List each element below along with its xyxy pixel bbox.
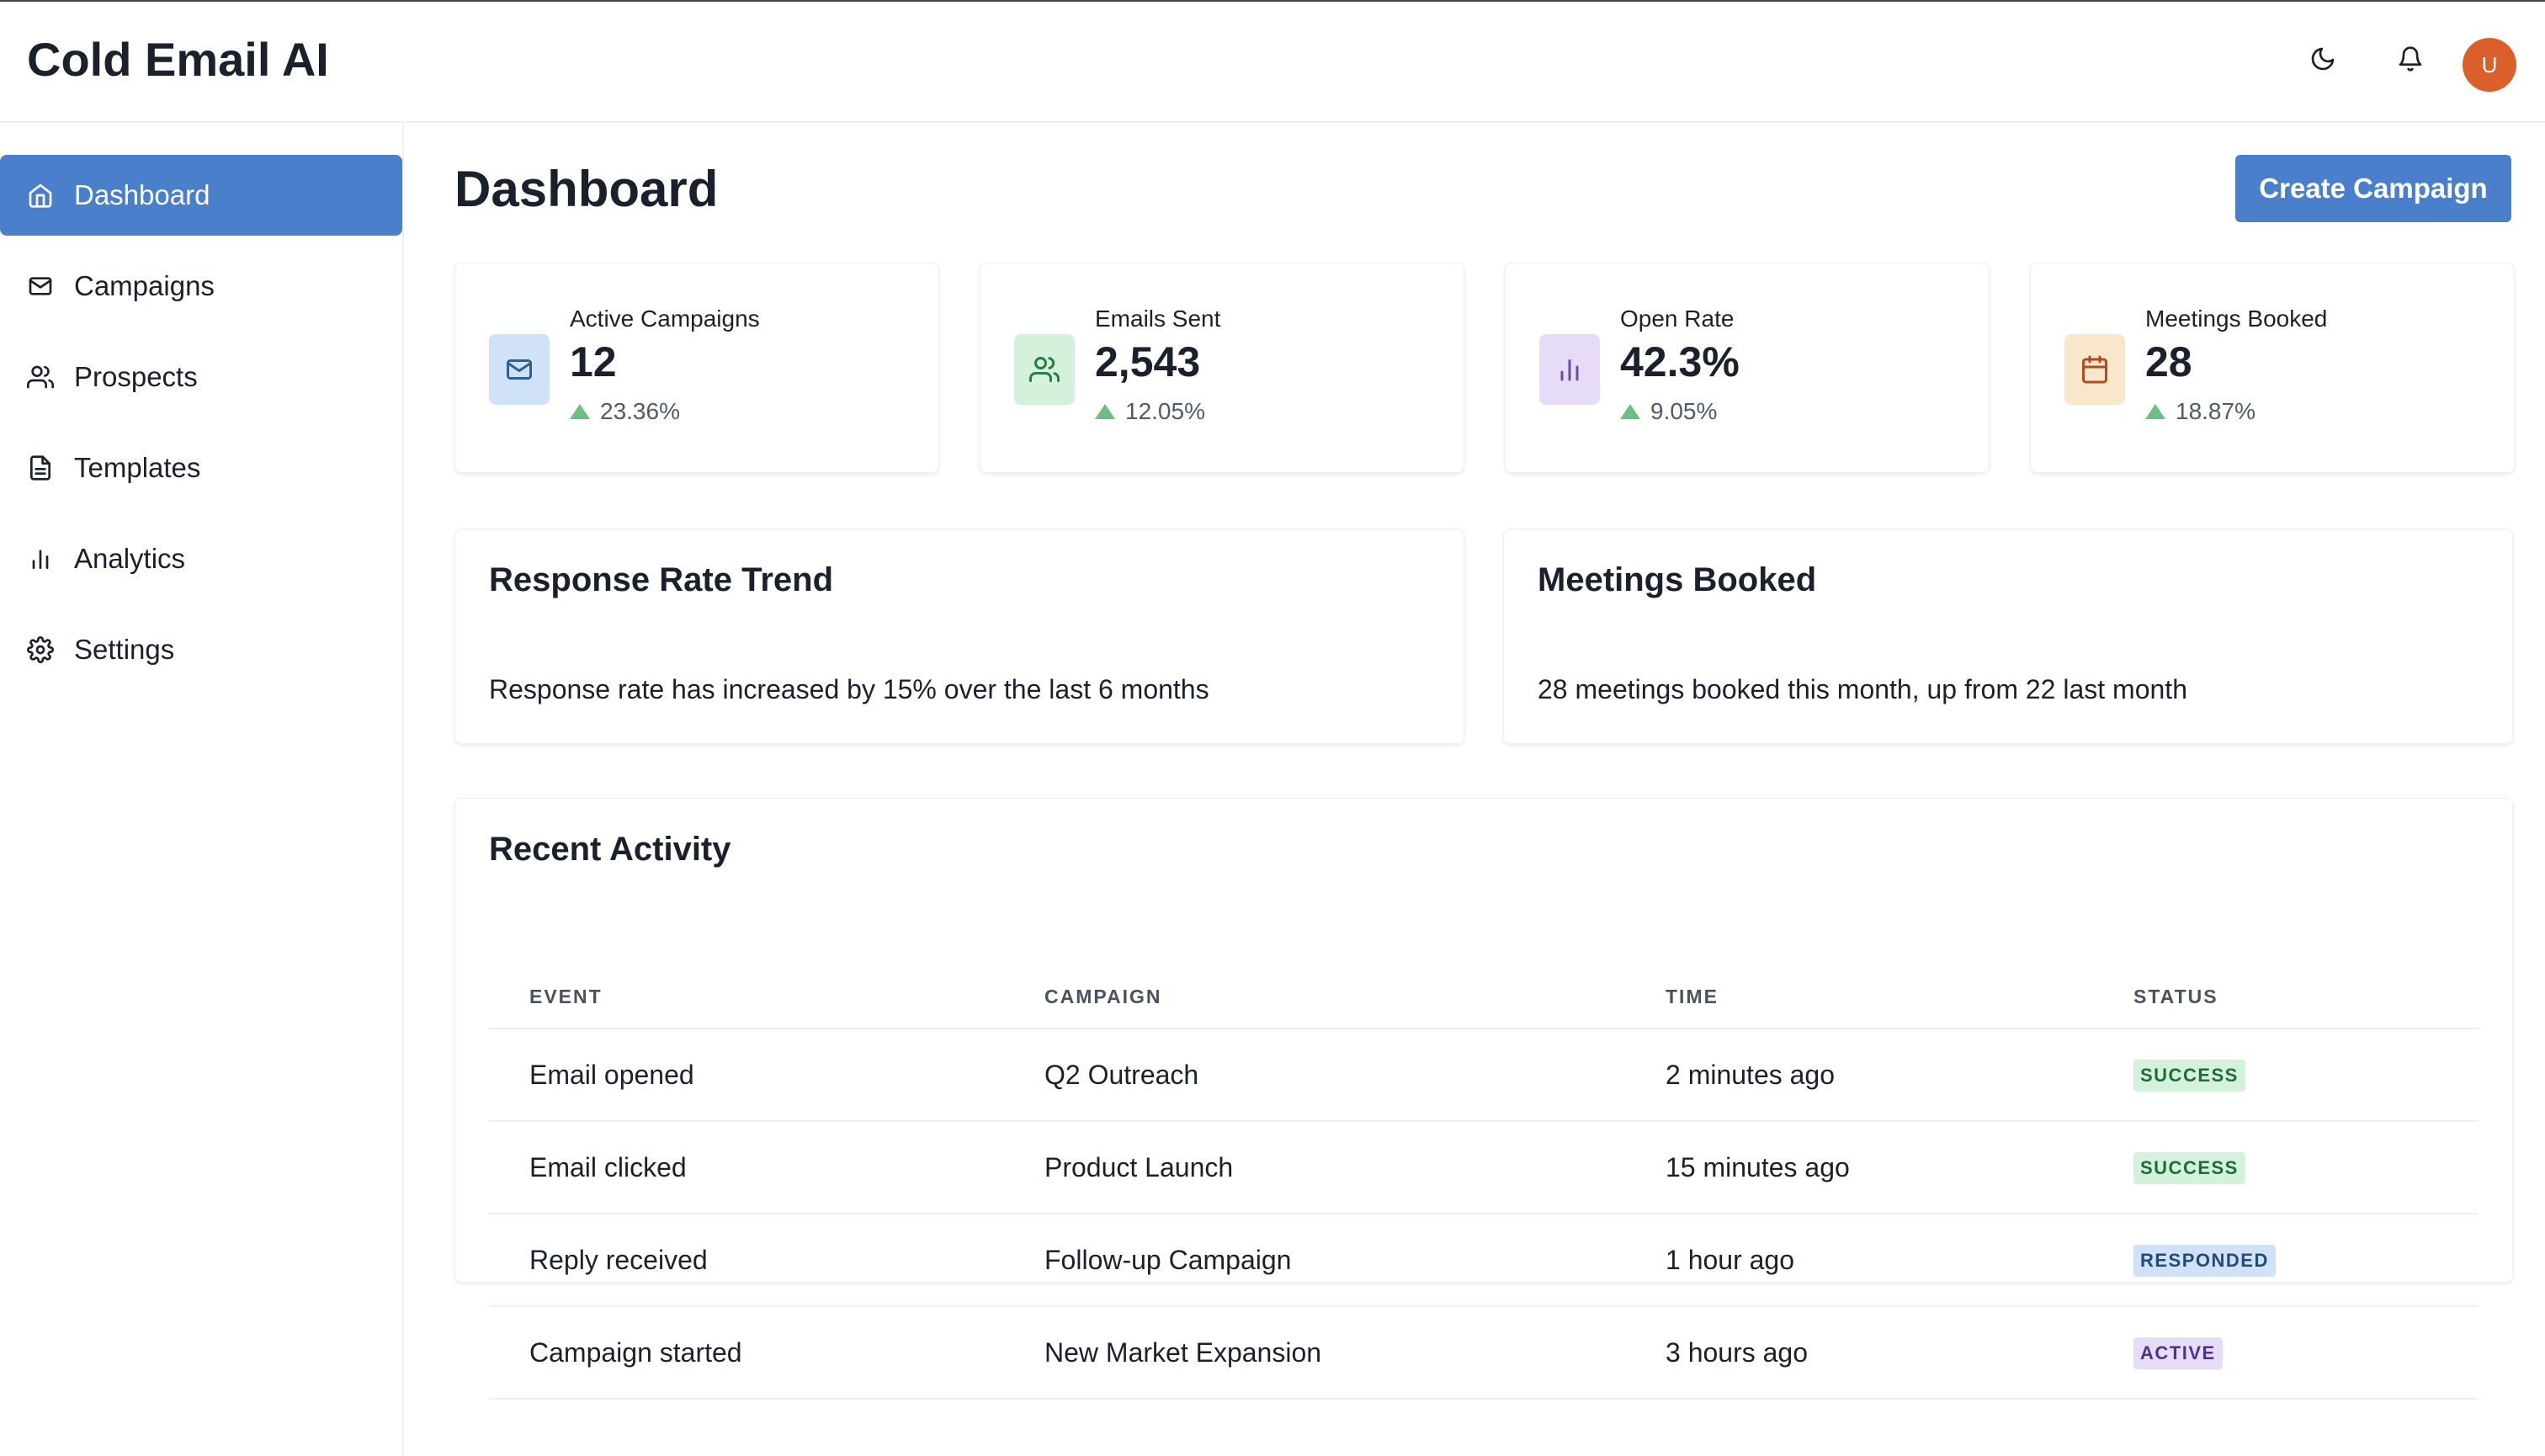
bell-icon [2399, 46, 2422, 72]
stat-label: Active Campaigns [570, 306, 760, 332]
cell-campaign: New Market Expansion [1044, 1337, 1322, 1368]
stat-card-active-campaigns: Active Campaigns 12 23.36% [454, 263, 939, 473]
status-badge: RESPONDED [2133, 1245, 2276, 1277]
cell-event: Email opened [529, 1060, 694, 1090]
stat-icon-box [1539, 334, 1600, 405]
cell-event: Campaign started [529, 1337, 742, 1368]
sidebar-item-label: Prospects [74, 361, 198, 392]
stat-value: 2,543 [1095, 338, 1201, 385]
page-title: Dashboard [454, 161, 719, 217]
cell-campaign: Product Launch [1044, 1152, 1234, 1182]
stat-label: Meetings Booked [2145, 306, 2328, 332]
file-text-icon [25, 453, 56, 483]
app-title: Cold Email AI [27, 33, 329, 86]
stat-delta-value: 9.05% [1650, 398, 1718, 424]
cell-time: 15 minutes ago [1666, 1152, 1850, 1182]
stat-label: Open Rate [1620, 306, 1735, 332]
cell-event: Email clicked [529, 1152, 687, 1182]
column-header-status[interactable]: STATUS [2133, 986, 2218, 1008]
stat-icon-box [2064, 334, 2125, 405]
recent-activity-card: Recent Activity EVENT CAMPAIGN TIME STAT… [454, 798, 2513, 1400]
sidebar-item-label: Dashboard [74, 179, 210, 210]
dark-mode-toggle[interactable] [2303, 39, 2343, 79]
moon-icon [2311, 47, 2335, 71]
stat-icon-box [489, 334, 550, 405]
stat-delta-value: 18.87% [2176, 398, 2255, 424]
sidebar-item-templates[interactable]: Templates [0, 428, 402, 508]
panel-text: Response rate has increased by 15% over … [489, 674, 1209, 704]
top-header: Cold Email AI U [0, 2, 2545, 123]
cell-time: 1 hour ago [1666, 1245, 1795, 1275]
activity-table: EVENT CAMPAIGN TIME STATUS Email opened … [489, 960, 2479, 1400]
table-row[interactable]: Email opened Q2 Outreach 2 minutes ago S… [489, 1029, 2479, 1122]
main-content: Dashboard Create Campaign Active Campaig… [404, 123, 2545, 1456]
home-icon [25, 180, 56, 210]
avatar-initial: U [2481, 51, 2498, 77]
sidebar-item-analytics[interactable]: Analytics [0, 518, 402, 599]
cell-time: 2 minutes ago [1666, 1060, 1836, 1090]
status-badge: SUCCESS [2133, 1060, 2245, 1092]
stat-delta: 23.36% [570, 398, 680, 425]
column-header-campaign[interactable]: CAMPAIGN [1044, 986, 1162, 1008]
panel-text: 28 meetings booked this month, up from 2… [1538, 674, 2187, 704]
gear-icon [25, 635, 56, 665]
table-row[interactable]: Email clicked Product Launch 15 minutes … [489, 1122, 2479, 1214]
mail-icon [25, 271, 56, 301]
column-header-time[interactable]: TIME [1666, 986, 1719, 1008]
sidebar-item-settings[interactable]: Settings [0, 609, 402, 690]
cell-time: 3 hours ago [1666, 1337, 1809, 1368]
users-icon [25, 362, 56, 392]
table-header: EVENT CAMPAIGN TIME STATUS [489, 960, 2479, 1029]
cell-event: Reply received [529, 1245, 708, 1275]
stat-delta-value: 23.36% [600, 398, 680, 424]
stat-delta: 18.87% [2145, 398, 2255, 425]
status-badge: SUCCESS [2133, 1152, 2245, 1184]
stat-delta: 9.05% [1620, 398, 1717, 425]
stat-delta-value: 12.05% [1125, 398, 1205, 424]
stat-value: 42.3% [1620, 338, 1740, 385]
mail-icon [507, 359, 532, 380]
trend-up-icon [2145, 404, 2165, 419]
sidebar-item-prospects[interactable]: Prospects [0, 337, 402, 417]
bar-chart-icon [25, 544, 56, 574]
response-rate-panel: Response Rate Trend Response rate has in… [454, 529, 1464, 744]
stat-card-open-rate: Open Rate 42.3% 9.05% [1505, 263, 1990, 473]
panel-title: Meetings Booked [1538, 561, 1817, 598]
trend-up-icon [570, 404, 590, 419]
section-title: Recent Activity [489, 831, 731, 868]
stat-value: 28 [2145, 338, 2192, 385]
stat-icon-box [1014, 334, 1075, 405]
table-row[interactable]: Campaign started New Market Expansion 3 … [489, 1307, 2479, 1400]
column-header-event[interactable]: EVENT [529, 986, 603, 1008]
sidebar-item-campaigns[interactable]: Campaigns [0, 246, 402, 327]
status-badge: ACTIVE [2133, 1337, 2223, 1369]
bar-chart-icon [1560, 359, 1579, 381]
sidebar-item-label: Campaigns [74, 270, 215, 301]
sidebar-item-label: Analytics [74, 543, 186, 574]
users-icon [1029, 357, 1060, 382]
sidebar-item-label: Templates [74, 452, 201, 483]
stat-delta: 12.05% [1095, 398, 1205, 425]
stat-value: 12 [570, 338, 617, 385]
create-campaign-button[interactable]: Create Campaign [2235, 155, 2511, 222]
cell-campaign: Follow-up Campaign [1044, 1245, 1292, 1275]
trend-up-icon [1620, 404, 1640, 419]
calendar-icon [2082, 355, 2107, 384]
sidebar: Dashboard Campaigns Prospects Templates … [0, 123, 404, 1456]
meetings-booked-panel: Meetings Booked 28 meetings booked this … [1503, 529, 2513, 744]
stat-label: Emails Sent [1095, 306, 1221, 332]
panel-title: Response Rate Trend [489, 561, 834, 598]
cell-campaign: Q2 Outreach [1044, 1060, 1199, 1090]
user-avatar[interactable]: U [2463, 38, 2516, 92]
sidebar-item-label: Settings [74, 634, 175, 665]
table-row[interactable]: Reply received Follow-up Campaign 1 hour… [489, 1214, 2479, 1307]
trend-up-icon [1095, 404, 1115, 419]
stat-card-emails-sent: Emails Sent 2,543 12.05% [980, 263, 1464, 473]
stat-card-meetings-booked: Meetings Booked 28 18.87% [2030, 263, 2515, 473]
notifications-button[interactable] [2390, 39, 2431, 79]
sidebar-item-dashboard[interactable]: Dashboard [0, 155, 402, 236]
